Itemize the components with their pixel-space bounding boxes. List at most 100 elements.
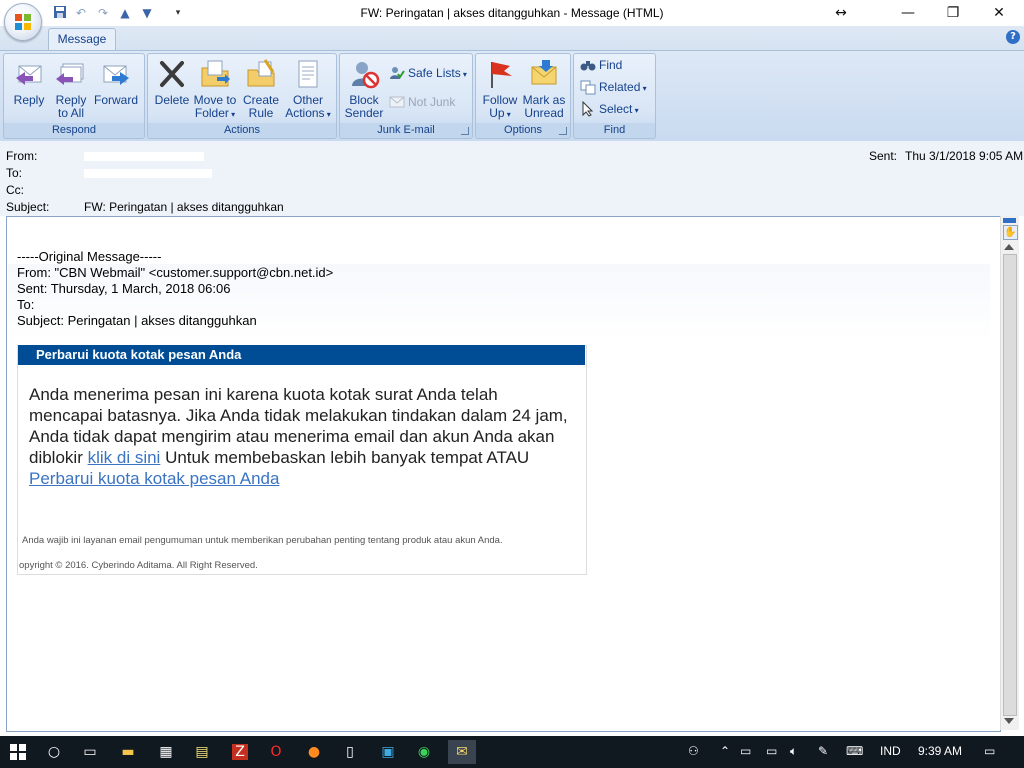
block-sender-button[interactable]: Block Sender bbox=[343, 56, 385, 120]
other-actions-icon bbox=[298, 60, 318, 88]
app-window-icon[interactable]: ▣ bbox=[374, 740, 402, 764]
block-sender-label-2: Sender bbox=[344, 106, 384, 120]
notice-card-header: Perbarui kuota kotak pesan Anda bbox=[18, 345, 585, 365]
tab-message[interactable]: Message bbox=[48, 28, 116, 51]
clock[interactable]: 9:39 AM bbox=[918, 744, 962, 758]
forward-button[interactable]: Forward bbox=[92, 56, 140, 118]
mark-as-unread-button[interactable]: Mark as Unread bbox=[521, 56, 567, 120]
binoculars-icon bbox=[580, 61, 596, 71]
start-button[interactable] bbox=[4, 740, 32, 764]
follow-up-dropdown-icon: ▾ bbox=[504, 110, 511, 119]
filezilla-icon[interactable]: Z bbox=[226, 740, 254, 764]
follow-up-flag-icon bbox=[491, 62, 512, 88]
subject-value: FW: Peringatan | akses ditangguhkan bbox=[84, 200, 284, 214]
action-center-icon[interactable]: ▭ bbox=[984, 744, 995, 758]
body-text-2: Untuk membebaskan lebih banyak tempat AT… bbox=[160, 448, 530, 467]
notepad-icon[interactable]: ▤ bbox=[188, 740, 216, 764]
not-junk-label: Not Junk bbox=[408, 95, 456, 109]
scroll-split-handle[interactable] bbox=[1003, 218, 1016, 223]
related-dropdown-icon: ▾ bbox=[640, 84, 647, 93]
actions-group-label: Actions bbox=[148, 123, 336, 138]
scroll-thumb[interactable] bbox=[1003, 254, 1017, 716]
scroll-up-icon[interactable] bbox=[1004, 244, 1014, 250]
office-button[interactable] bbox=[4, 3, 42, 41]
create-rule-button[interactable]: Create Rule bbox=[240, 56, 282, 120]
select-button[interactable]: Select ▾ bbox=[580, 100, 639, 118]
reply-icon bbox=[16, 65, 42, 85]
create-rule-label-2: Rule bbox=[248, 106, 274, 120]
notice-card-body: Anda menerima pesan ini karena kuota kot… bbox=[29, 384, 574, 489]
browse-icon[interactable]: ✋ bbox=[1003, 225, 1018, 240]
network-icon[interactable]: ▭ bbox=[740, 744, 751, 758]
to-label: To: bbox=[6, 166, 23, 180]
opera-icon[interactable]: O bbox=[262, 740, 290, 764]
original-from: From: "CBN Webmail" <customer.support@cb… bbox=[17, 265, 334, 280]
click-here-link[interactable]: klik di sini bbox=[88, 448, 161, 467]
original-marker: -----Original Message----- bbox=[17, 249, 162, 264]
reply-label: Reply bbox=[13, 93, 45, 107]
show-hidden-icons[interactable]: ⌃ bbox=[720, 744, 730, 758]
outlook-message-taskbar-icon[interactable]: ✉ bbox=[448, 740, 476, 764]
maximize-button[interactable]: ❐ bbox=[930, 2, 976, 24]
move-to-folder-button[interactable]: Move to Folder ▾ bbox=[192, 56, 238, 120]
cortana-search-icon[interactable]: ○ bbox=[40, 740, 68, 764]
display-icon[interactable]: ▭ bbox=[766, 744, 777, 758]
window-title: FW: Peringatan | akses ditangguhkan - Me… bbox=[360, 6, 664, 20]
close-button[interactable]: ✕ bbox=[976, 2, 1022, 24]
help-icon[interactable]: ? bbox=[1006, 30, 1020, 44]
follow-up-label-2: Up bbox=[489, 106, 505, 120]
cc-label: Cc: bbox=[6, 183, 24, 197]
update-quota-link[interactable]: Perbarui kuota kotak pesan Anda bbox=[29, 469, 279, 488]
other-actions-button[interactable]: Other Actions ▾ bbox=[284, 56, 332, 120]
move-dropdown-icon: ▾ bbox=[228, 110, 236, 119]
forward-icon bbox=[103, 65, 129, 85]
block-sender-label-1: Block bbox=[349, 93, 379, 107]
block-sender-icon bbox=[352, 62, 380, 89]
delete-button[interactable]: Delete bbox=[152, 56, 192, 118]
delete-label: Delete bbox=[154, 93, 190, 107]
create-rule-label-1: Create bbox=[242, 93, 280, 107]
original-subject: Subject: Peringatan | akses ditangguhkan bbox=[17, 313, 257, 328]
whatsapp-icon[interactable]: ◉ bbox=[410, 740, 438, 764]
related-icon bbox=[580, 80, 596, 95]
sent-value: Thu 3/1/2018 9:05 AM bbox=[905, 149, 1024, 163]
related-button[interactable]: Related ▾ bbox=[580, 78, 647, 96]
original-to: To: bbox=[17, 297, 35, 312]
pen-icon[interactable]: ✎ bbox=[818, 744, 828, 758]
language-indicator[interactable]: IND bbox=[880, 744, 901, 758]
calculator-icon[interactable]: ▦ bbox=[152, 740, 180, 764]
cursor-arrow-icon bbox=[582, 101, 594, 117]
not-junk-button[interactable]: Not Junk bbox=[389, 93, 455, 111]
follow-up-button[interactable]: Follow Up ▾ bbox=[479, 56, 521, 120]
forward-label: Forward bbox=[93, 93, 138, 107]
file-explorer-icon[interactable]: ▬ bbox=[114, 740, 142, 764]
reply-all-button[interactable]: Reply to All bbox=[51, 56, 91, 120]
scroll-down-icon[interactable] bbox=[1004, 718, 1014, 724]
find-button[interactable]: Find bbox=[580, 56, 622, 74]
reply-all-icon bbox=[56, 63, 84, 85]
other-actions-label-2: Actions bbox=[285, 106, 325, 120]
find-group-label: Find bbox=[574, 123, 655, 138]
volume-icon[interactable]: 🔈︎ bbox=[790, 744, 797, 759]
mark-unread-label-2: Unread bbox=[524, 106, 564, 120]
other-actions-label-1: Other bbox=[292, 93, 323, 107]
mark-unread-label-1: Mark as bbox=[522, 93, 566, 107]
minimize-button[interactable]: — bbox=[885, 2, 931, 24]
keyboard-icon[interactable]: ⌨ bbox=[846, 744, 863, 758]
people-icon[interactable]: ⚇ bbox=[688, 744, 699, 758]
ribbon-tab-row bbox=[0, 26, 1024, 50]
junk-group-label: Junk E-mail bbox=[340, 123, 472, 138]
resize-icon: ↔ bbox=[835, 5, 847, 21]
select-dropdown-icon: ▾ bbox=[632, 106, 639, 115]
options-dialog-launcher-icon[interactable] bbox=[559, 127, 567, 135]
document-icon[interactable]: ▯ bbox=[336, 740, 364, 764]
junk-dialog-launcher-icon[interactable] bbox=[461, 127, 469, 135]
task-view-icon[interactable]: ▭ bbox=[76, 740, 104, 764]
vertical-scrollbar[interactable]: ✋ bbox=[1000, 216, 1019, 730]
from-value-redacted bbox=[84, 152, 204, 161]
move-label-1: Move to bbox=[193, 93, 237, 107]
windows-logo-icon bbox=[10, 744, 26, 760]
reply-button[interactable]: Reply bbox=[8, 56, 50, 118]
firefox-icon[interactable]: ● bbox=[300, 740, 328, 764]
safe-lists-button[interactable]: Safe Lists ▾ bbox=[389, 64, 467, 82]
